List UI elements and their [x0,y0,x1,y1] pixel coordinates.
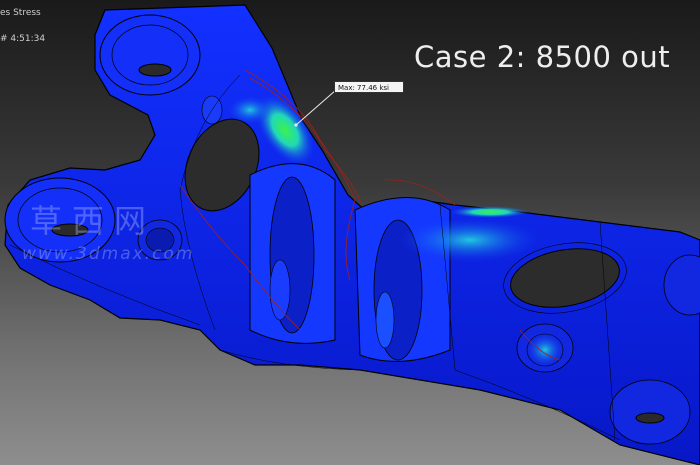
fea-viewport[interactable]: es Stress # 4:51:34 Case 2: 8500 out Max… [0,0,700,465]
result-title: es Stress [0,8,41,18]
watermark-chinese: 草西网 [30,202,157,240]
result-timestamp: # 4:51:34 [0,34,46,44]
top-left-hole [138,63,172,77]
case-label: Case 2: 8500 out [414,40,671,74]
max-probe-leader [295,89,337,126]
watermark-url: www.3dmax.com [22,244,195,264]
top-left-boss [99,14,201,96]
right-bolt-hole [609,379,691,445]
max-stress-probe[interactable]: Max: 77.46 ksi [334,81,404,93]
